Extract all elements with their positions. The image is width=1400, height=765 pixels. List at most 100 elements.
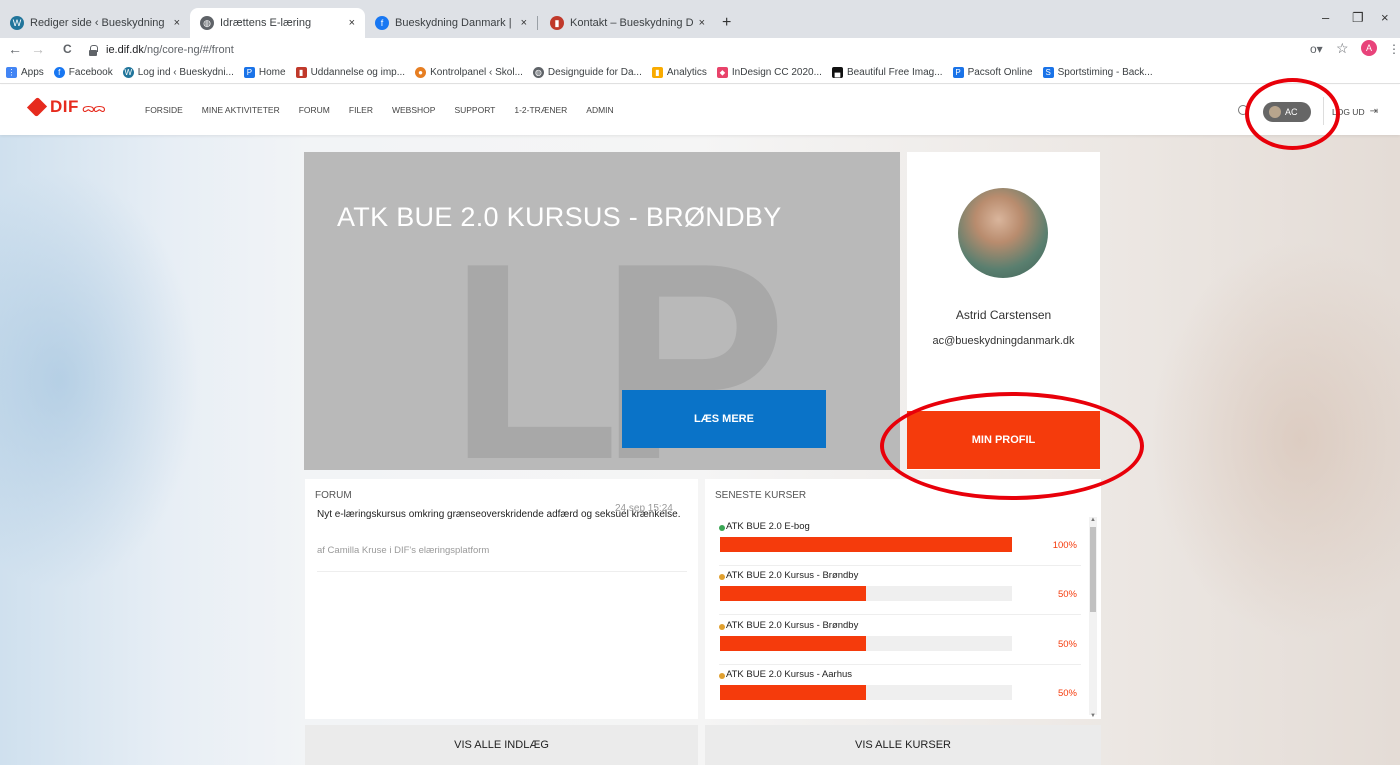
scroll-up-icon[interactable]: ▲: [1090, 517, 1096, 523]
course-name: ATK BUE 2.0 Kursus - Brøndby: [726, 620, 859, 631]
nav-webshop[interactable]: WEBSHOP: [392, 105, 435, 115]
browser-tab[interactable]: f Bueskydning Danmark | Faceboo ×: [365, 8, 537, 38]
unsplash-icon: ▄: [831, 67, 843, 78]
reload-button[interactable]: C: [63, 42, 72, 56]
progress-fill: [720, 685, 866, 700]
bookmark-indesign[interactable]: ⬥ InDesign CC 2020...: [716, 67, 822, 78]
progress-label: 100%: [1052, 540, 1077, 551]
indesign-icon: ⬥: [716, 67, 728, 78]
url-host: ie.dif.dk: [106, 44, 144, 56]
scroll-thumb[interactable]: [1090, 527, 1096, 612]
nav-forum[interactable]: FORUM: [299, 105, 330, 115]
progress-label: 50%: [1057, 688, 1077, 699]
course-item[interactable]: ATK BUE 2.0 Kursus - Brøndby 50%: [719, 620, 1081, 670]
browser-tab[interactable]: ▮ Kontakt – Bueskydning Danmark ×: [540, 8, 715, 38]
browser-profile-avatar[interactable]: A: [1361, 40, 1377, 56]
bookmark-designguide[interactable]: ◍ Designguide for Da...: [532, 67, 642, 78]
logo-text: DIF: [50, 97, 79, 116]
apps-grid-icon: ⋮: [6, 67, 17, 78]
wordpress-icon: W: [10, 16, 24, 30]
course-name: ATK BUE 2.0 Kursus - Aarhus: [726, 669, 853, 680]
back-button[interactable]: ←: [8, 41, 22, 57]
bookmark-label: Log ind ‹ Bueskydni...: [137, 67, 234, 78]
nav-forside[interactable]: FORSIDE: [145, 105, 183, 115]
progress-fill: [720, 537, 1012, 552]
progress-label: 50%: [1057, 589, 1077, 600]
close-icon[interactable]: ×: [174, 17, 180, 29]
restore-button[interactable]: ❐: [1352, 10, 1364, 26]
key-icon[interactable]: o▾: [1310, 42, 1323, 56]
minimize-button[interactable]: –: [1322, 10, 1329, 25]
nav-mine-aktiviteter[interactable]: MINE AKTIVITETER: [202, 105, 280, 115]
bookmark-label: Home: [258, 67, 286, 78]
close-icon[interactable]: ×: [699, 17, 705, 29]
bookmark-label: Apps: [21, 67, 44, 78]
window-close-button[interactable]: ×: [1381, 10, 1389, 25]
bookmark-label: Sportstiming - Back...: [1057, 67, 1153, 78]
status-dot: [719, 673, 725, 679]
globe-icon: ◍: [532, 67, 544, 78]
nav-admin[interactable]: ADMIN: [586, 105, 613, 115]
bookmark-label: Designguide for Da...: [547, 67, 642, 78]
nav-1-2-traener[interactable]: 1-2-TRÆNER: [514, 105, 567, 115]
bookmark-apps[interactable]: ⋮ Apps: [6, 67, 44, 78]
browser-tab-active[interactable]: ◍ Idrættens E-læring ×: [190, 8, 365, 38]
bookmark-sportstiming[interactable]: S Sportstiming - Back...: [1042, 67, 1153, 78]
read-more-button[interactable]: LÆS MERE: [622, 390, 826, 448]
bookmark-uddannelse[interactable]: ▮ Uddannelse og imp...: [295, 67, 405, 78]
progress-fill: [720, 586, 866, 601]
course-name: ATK BUE 2.0 E-bog: [726, 521, 810, 532]
divider: [719, 565, 1081, 566]
profile-name: Astrid Carstensen: [955, 308, 1052, 322]
bookmark-label: InDesign CC 2020...: [731, 67, 822, 78]
browser-tab[interactable]: W Rediger side ‹ Bueskydning Danm ×: [0, 8, 190, 38]
show-all-posts-button[interactable]: VIS ALLE INDLÆG: [305, 725, 698, 765]
nav-filer[interactable]: FILER: [349, 105, 373, 115]
bookmark-wp-login[interactable]: W Log ind ‹ Bueskydni...: [122, 67, 234, 78]
progress-bar: [720, 586, 1012, 601]
bookmark-facebook[interactable]: f Facebook: [53, 67, 113, 78]
show-all-courses-button[interactable]: VIS ALLE KURSER: [705, 725, 1101, 765]
course-item[interactable]: ATK BUE 2.0 Kursus - Brøndby 50%: [719, 570, 1081, 620]
forum-post-author: af Camilla Kruse i DIF's elæringsplatfor…: [317, 545, 490, 556]
site-header: DIF ᯅᯅ FORSIDE MINE AKTIVITETER FORUM FI…: [0, 85, 1400, 135]
hero-title: ATK BUE 2.0 KURSUS - BRØNDBY: [337, 202, 782, 232]
scroll-down-icon[interactable]: ▼: [1090, 713, 1096, 719]
status-dot: [719, 574, 725, 580]
dif-logo[interactable]: DIF ᯅᯅ: [26, 96, 106, 118]
forum-panel: FORUM Nyt e-læringskursus omkring grænse…: [305, 479, 698, 719]
close-icon[interactable]: ×: [521, 17, 527, 29]
dif-flame-icon: [26, 96, 48, 118]
progress-label: 50%: [1057, 639, 1077, 650]
courses-panel: SENESTE KURSER ATK BUE 2.0 E-bog 100% AT…: [705, 479, 1101, 719]
site-icon: ▮: [295, 67, 307, 78]
bookmark-kontrolpanel[interactable]: ● Kontrolpanel ‹ Skol...: [415, 67, 523, 78]
nav-support[interactable]: SUPPORT: [454, 105, 495, 115]
address-bar[interactable]: ie.dif.dk/ng/core-ng/#/front: [88, 40, 1288, 60]
browser-menu-icon[interactable]: ⋮: [1388, 42, 1400, 56]
bookmark-star-icon[interactable]: ☆: [1336, 40, 1349, 57]
course-name: ATK BUE 2.0 Kursus - Brøndby: [726, 570, 859, 581]
tab-label: Rediger side ‹ Bueskydning Danm: [30, 17, 168, 29]
status-dot: [719, 624, 725, 630]
home-icon: P: [243, 67, 255, 78]
bookmark-unsplash[interactable]: ▄ Beautiful Free Imag...: [831, 67, 943, 78]
bookmark-label: Facebook: [68, 67, 113, 78]
sportstiming-icon: S: [1042, 67, 1054, 78]
course-item[interactable]: ATK BUE 2.0 E-bog 100%: [719, 521, 1081, 571]
browser-tab-strip: W Rediger side ‹ Bueskydning Danm × ◍ Id…: [0, 0, 1400, 38]
bookmark-home[interactable]: P Home: [243, 67, 286, 78]
divider: [719, 664, 1081, 665]
lock-icon: [88, 44, 98, 56]
course-item[interactable]: ATK BUE 2.0 Kursus - Aarhus 50%: [719, 669, 1079, 719]
facebook-icon: f: [53, 67, 65, 78]
bookmark-pacsoft[interactable]: P Pacsoft Online: [952, 67, 1033, 78]
forward-button[interactable]: →: [31, 41, 45, 57]
courses-scrollbar[interactable]: ▲ ▼: [1089, 517, 1097, 719]
bookmark-analytics[interactable]: ▮ Analytics: [651, 67, 707, 78]
annotation-circle-user-menu: [1245, 78, 1340, 150]
bookmarks-bar: ⋮ Apps f Facebook W Log ind ‹ Bueskydni.…: [0, 62, 1400, 84]
close-icon[interactable]: ×: [349, 17, 355, 29]
new-tab-button[interactable]: +: [722, 14, 731, 32]
forum-title: FORUM: [315, 490, 352, 501]
